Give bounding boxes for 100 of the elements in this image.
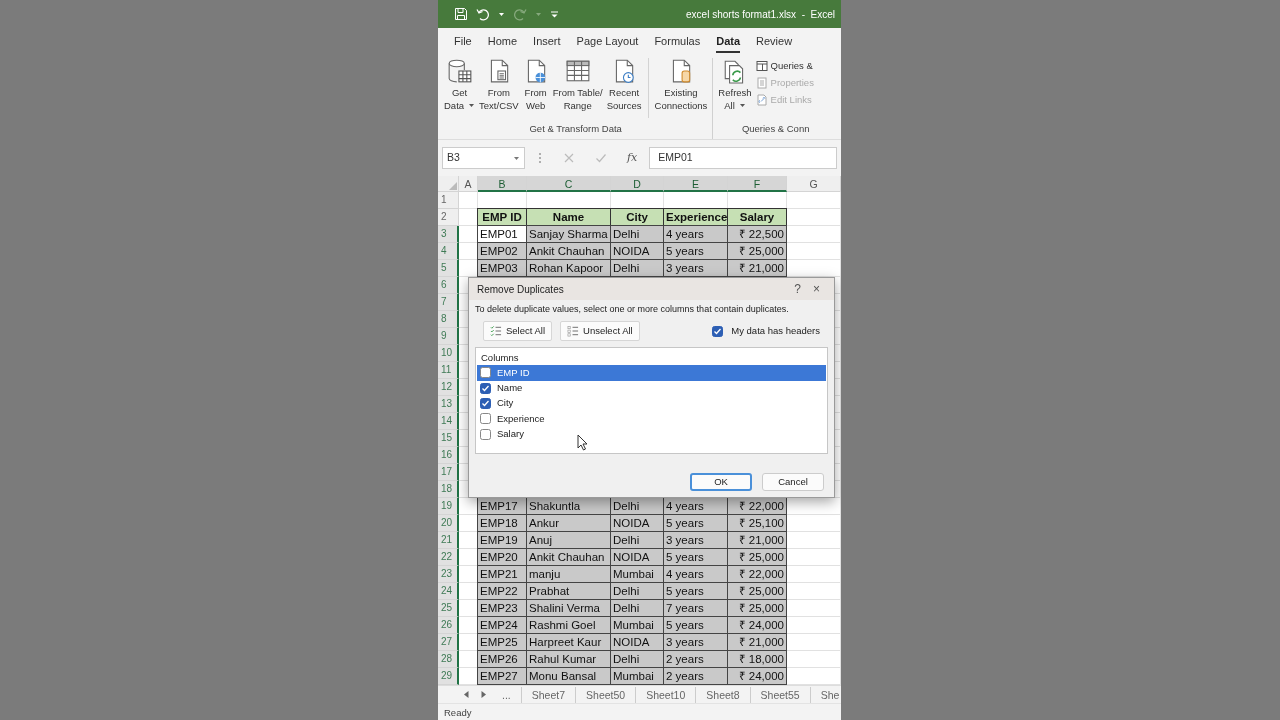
table-cell: Ankur: [526, 514, 611, 532]
row-header[interactable]: 8: [438, 311, 459, 328]
menu-tab[interactable]: Review: [748, 28, 801, 55]
table-cell: 2 years: [663, 667, 728, 685]
ribbon-button[interactable]: From Table/ Range: [550, 58, 605, 112]
list-item[interactable]: Salary: [477, 426, 826, 442]
row-header[interactable]: 11: [438, 362, 459, 379]
customize-icon[interactable]: [550, 9, 559, 19]
row-header[interactable]: 27: [438, 634, 459, 651]
dialog-button[interactable]: Cancel: [762, 473, 824, 491]
ribbon-button[interactable]: Refresh All: [716, 58, 754, 112]
row-header[interactable]: 25: [438, 600, 459, 617]
menu-tab[interactable]: File: [446, 28, 480, 55]
table-cell: EMP26: [477, 650, 527, 668]
row-header[interactable]: 13: [438, 396, 459, 413]
menu-tab[interactable]: Insert: [525, 28, 569, 55]
row-header[interactable]: 4: [438, 243, 459, 260]
row-header[interactable]: 22: [438, 549, 459, 566]
drag-handle-icon[interactable]: [537, 151, 543, 165]
list-item[interactable]: City: [477, 395, 826, 412]
row-header[interactable]: 18: [438, 481, 459, 498]
save-icon[interactable]: [454, 7, 468, 21]
table-cell: EMP19: [477, 531, 527, 549]
row-header[interactable]: 7: [438, 294, 459, 311]
checkbox[interactable]: [480, 428, 491, 440]
checkbox[interactable]: [480, 398, 491, 409]
checkbox[interactable]: [712, 325, 724, 337]
column-header[interactable]: D: [611, 176, 664, 192]
table-cell: 3 years: [663, 531, 728, 549]
list-header: Columns: [480, 351, 520, 366]
menu-tab[interactable]: Data: [708, 28, 749, 55]
row-header[interactable]: 15: [438, 430, 459, 447]
ribbon-button[interactable]: Recent Sources: [604, 58, 644, 112]
ribbon-button[interactable]: From Web: [520, 58, 551, 112]
more-sheets-button[interactable]: ...: [492, 686, 522, 703]
column-heading-cell: City: [610, 208, 664, 226]
sheet-tab[interactable]: Sheet50: [576, 686, 637, 703]
ribbon-button[interactable]: Queries &: [753, 58, 816, 73]
table-cell: ₹ 25,100: [727, 514, 787, 532]
row-header[interactable]: 24: [438, 583, 459, 600]
column-header[interactable]: C: [527, 176, 611, 192]
row-header[interactable]: 9: [438, 328, 459, 345]
right-arrow-icon: [481, 691, 486, 698]
sheet-tab[interactable]: Sheet10: [636, 686, 697, 703]
column-header[interactable]: G: [787, 176, 841, 192]
table-cell: ₹ 18,000: [727, 650, 787, 668]
row-header[interactable]: 3: [438, 226, 459, 243]
sheet-tab[interactable]: She: [810, 686, 841, 703]
column-header[interactable]: E: [664, 176, 728, 192]
help-button[interactable]: ?: [788, 279, 807, 299]
row-header[interactable]: 26: [438, 617, 459, 634]
window-title: excel shorts format1.xlsx - Excel: [686, 7, 835, 22]
dialog-button[interactable]: OK: [690, 473, 752, 491]
table-cell: ₹ 22,000: [727, 565, 787, 583]
undo-icon[interactable]: [476, 7, 490, 21]
dialog-button[interactable]: Unselect All: [560, 321, 640, 342]
row-header[interactable]: 28: [438, 651, 459, 668]
checkbox[interactable]: [480, 367, 491, 379]
column-header[interactable]: A: [459, 176, 478, 192]
list-icon: [567, 325, 580, 338]
checkbox[interactable]: [480, 413, 491, 425]
column-header[interactable]: B: [478, 176, 527, 192]
row-header[interactable]: 19: [438, 498, 459, 515]
row-header[interactable]: 6: [438, 277, 459, 294]
insert-function-button[interactable]: fx: [627, 149, 638, 167]
ribbon-button[interactable]: Existing Connections: [652, 58, 710, 112]
sheet-tab[interactable]: Sheet8: [696, 686, 751, 703]
list-item[interactable]: Name: [477, 380, 826, 396]
table-cell: 4 years: [663, 225, 728, 243]
row-header[interactable]: 10: [438, 345, 459, 362]
ribbon-button[interactable]: From Text/CSV: [477, 58, 521, 112]
row-header[interactable]: 17: [438, 464, 459, 481]
row-header[interactable]: 23: [438, 566, 459, 583]
sheet-tab[interactable]: Sheet55: [750, 686, 811, 703]
menu-tab[interactable]: Page Layout: [568, 28, 647, 55]
menu-tab[interactable]: Formulas: [646, 28, 709, 55]
table-cell: Delhi: [610, 582, 664, 600]
close-button[interactable]: ×: [807, 279, 826, 299]
column-header[interactable]: F: [728, 176, 787, 192]
row-header[interactable]: 16: [438, 447, 459, 464]
name-box[interactable]: B3: [442, 147, 525, 169]
dialog-button[interactable]: Select All: [483, 321, 553, 342]
list-item[interactable]: EMP ID: [477, 365, 826, 381]
ribbon-button[interactable]: Get Data: [442, 58, 478, 112]
row-header[interactable]: 20: [438, 515, 459, 532]
check-icon[interactable]: [595, 152, 607, 164]
row-header[interactable]: 14: [438, 413, 459, 430]
row-header[interactable]: 29: [438, 668, 459, 685]
formula-field[interactable]: EMP01: [649, 147, 837, 169]
checkbox[interactable]: [480, 382, 491, 394]
list-item[interactable]: Experience: [477, 411, 826, 427]
table-cell: Harpreet Kaur: [526, 633, 611, 651]
row-header[interactable]: 2: [438, 209, 459, 226]
row-header[interactable]: 21: [438, 532, 459, 549]
sheet-tab[interactable]: Sheet7: [521, 686, 577, 703]
row-header[interactable]: 12: [438, 379, 459, 396]
row-header[interactable]: 5: [438, 260, 459, 277]
table-cell: Delhi: [610, 650, 664, 668]
menu-tab[interactable]: Home: [479, 28, 526, 55]
row-header[interactable]: 1: [438, 192, 459, 209]
